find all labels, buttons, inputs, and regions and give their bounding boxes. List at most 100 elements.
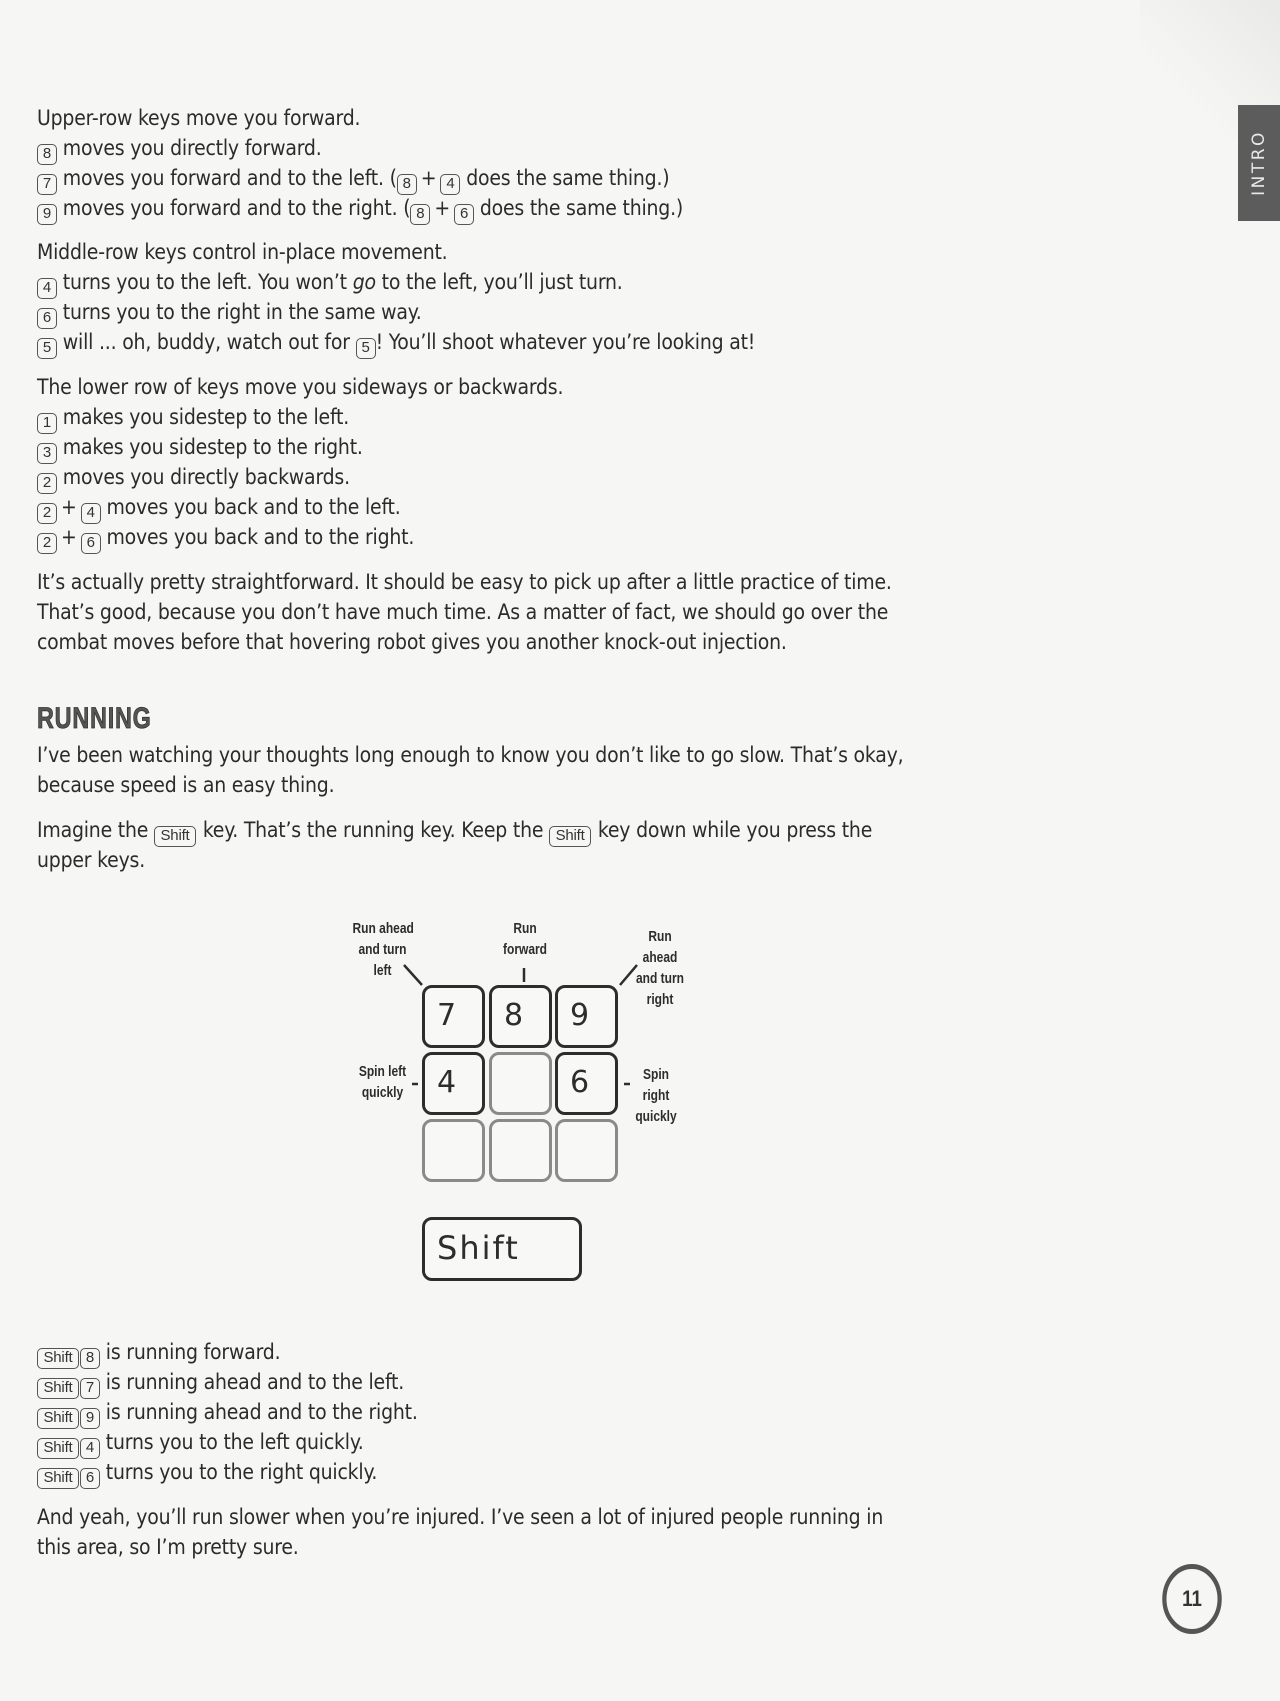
- upper-row-line: 7 moves you forward and to the left. (8 +…: [37, 163, 1017, 195]
- paragraph-line: I’ve been watching your thoughts long en…: [37, 743, 904, 767]
- key-2-icon: 2: [37, 503, 57, 524]
- label-spin-right: Spin right quickly: [632, 1064, 680, 1127]
- paragraph-line: Imagine the Shift key. That’s the runnin…: [37, 815, 1017, 847]
- emphasis-text: go: [352, 270, 376, 294]
- upper-row-intro: Upper-row keys move you forward.: [37, 106, 361, 130]
- line-text: makes you sidestep to the right.: [57, 435, 363, 459]
- line-text: Imagine the: [37, 818, 155, 842]
- diagram-key-9: 9: [555, 985, 618, 1048]
- paragraph-line: And yeah, you’ll run slower when you’re …: [37, 1505, 884, 1529]
- line-text: to the left, you’ll just turn.: [375, 270, 623, 294]
- line-text: moves you forward and to the left. (: [57, 166, 397, 190]
- key-7-icon: 7: [80, 1378, 100, 1399]
- key-3-icon: 3: [37, 443, 57, 464]
- lower-row-line: 1 makes you sidestep to the left.: [37, 402, 1017, 434]
- line-text: does the same thing.): [460, 166, 670, 190]
- lower-row-line: 2 +4 moves you back and to the left.: [37, 492, 1017, 524]
- key-9-icon: 9: [37, 204, 57, 225]
- key-6-icon: 6: [80, 533, 101, 554]
- label-run-ahead-left: Run ahead and turn left: [352, 918, 414, 981]
- lower-row-intro: The lower row of keys move you sideways …: [37, 375, 564, 399]
- middle-row-line: 6 turns you to the right in the same way…: [37, 297, 1017, 329]
- diagram-key-6: 6: [555, 1052, 618, 1115]
- running-shift-paragraph: Imagine the Shift key. That’s the runnin…: [37, 815, 1017, 875]
- paragraph-line: combat moves before that hovering robot …: [37, 630, 787, 654]
- key-4-icon: 4: [80, 1438, 100, 1459]
- label-line: right: [646, 991, 674, 1008]
- line-text: moves you back and to the left.: [100, 495, 401, 519]
- lower-row-line: 3 makes you sidestep to the right.: [37, 432, 1017, 464]
- line-text: is running ahead and to the left.: [100, 1370, 405, 1394]
- label-line: Run: [648, 928, 672, 945]
- label-spin-left: Spin left quickly: [357, 1061, 409, 1103]
- key-5-icon: 5: [37, 338, 57, 359]
- plus-sign: +: [61, 525, 77, 549]
- line-text: moves you back and to the right.: [100, 525, 415, 549]
- paragraph-line: this area, so I’m pretty sure.: [37, 1535, 299, 1559]
- line-text: ! You’ll shoot whatever you’re looking a…: [375, 330, 756, 354]
- summary-paragraph: It’s actually pretty straightforward. It…: [37, 567, 1017, 657]
- label-line: Run: [513, 920, 537, 937]
- connector-line-left: [403, 964, 423, 986]
- paragraph-line: That’s good, because you don’t have much…: [37, 600, 889, 624]
- label-line: Run ahead: [352, 920, 414, 937]
- key-6-icon: 6: [454, 204, 475, 225]
- connector-line-right: [619, 964, 638, 986]
- label-run-forward: Run forward: [497, 918, 553, 960]
- key-2-icon: 2: [37, 533, 57, 554]
- line-text: will ... oh, buddy, watch out for: [57, 330, 356, 354]
- line-text: turns you to the left quickly.: [100, 1430, 364, 1454]
- diagram-key-7: 7: [422, 985, 485, 1048]
- key-8-icon: 8: [37, 144, 57, 165]
- middle-row-section: Middle-row keys control in-place movemen…: [37, 237, 1017, 359]
- line-text: does the same thing.): [474, 196, 684, 220]
- running-intro-paragraph: I’ve been watching your thoughts long en…: [37, 740, 1017, 800]
- diagram-shift-key: Shift: [422, 1217, 582, 1281]
- shift-combo-line: Shift 6 turns you to the right quickly.: [37, 1457, 1017, 1489]
- lower-row-line: 2 moves you directly backwards.: [37, 462, 1017, 494]
- shift-combo-line: Shift 8 is running forward.: [37, 1337, 1017, 1369]
- shift-combos-list: Shift 8 is running forward. Shift 7 is run…: [37, 1337, 1017, 1489]
- line-text: key. That’s the running key. Keep the: [197, 818, 550, 842]
- section-heading-running: RUNNING: [37, 702, 152, 736]
- shift-key-icon: Shift: [549, 826, 592, 847]
- shift-key-icon: Shift: [37, 1378, 79, 1399]
- paragraph-line: It’s actually pretty straightforward. It…: [37, 570, 892, 594]
- label-line: quickly: [635, 1108, 677, 1125]
- plus-sign: +: [61, 495, 77, 519]
- middle-row-intro: Middle-row keys control in-place movemen…: [37, 240, 448, 264]
- line-text: moves you forward and to the right. (: [57, 196, 411, 220]
- middle-row-line: 4 turns you to the left. You won’t go to…: [37, 267, 1017, 299]
- label-line: Spin: [643, 1066, 669, 1083]
- shift-combo-line: Shift 7 is running ahead and to the left.: [37, 1367, 1017, 1399]
- key-8-icon: 8: [80, 1348, 100, 1369]
- diagram-key-2-blank: [489, 1119, 552, 1182]
- shift-key-icon: Shift: [37, 1408, 79, 1429]
- middle-row-line: 5 will ... oh, buddy, watch out for 5! Y…: [37, 327, 1017, 359]
- label-line: right: [642, 1087, 670, 1104]
- upper-row-section: Upper-row keys move you forward. 8 moves…: [37, 103, 1017, 225]
- line-text: is running ahead and to the right.: [100, 1400, 418, 1424]
- closing-paragraph: And yeah, you’ll run slower when you’re …: [37, 1502, 1017, 1562]
- key-6-icon: 6: [80, 1468, 100, 1489]
- shift-combo-line: Shift 4 turns you to the left quickly.: [37, 1427, 1017, 1459]
- section-tab-intro: INTRO: [1238, 105, 1280, 221]
- paragraph-line: upper keys.: [37, 848, 145, 872]
- lower-row-line: 2 +6 moves you back and to the right.: [37, 522, 1017, 554]
- key-5-icon: 5: [355, 338, 376, 359]
- key-1-icon: 1: [37, 413, 57, 434]
- line-text: makes you sidestep to the left.: [57, 405, 350, 429]
- label-line: quickly: [361, 1084, 404, 1101]
- line-text: turns you to the right in the same way.: [57, 300, 422, 324]
- key-2-icon: 2: [37, 473, 57, 494]
- diagram-key-5-blank: [489, 1052, 552, 1115]
- diagram-key-4: 4: [422, 1052, 485, 1115]
- shift-key-icon: Shift: [154, 826, 197, 847]
- line-text: turns you to the right quickly.: [100, 1460, 378, 1484]
- plus-sign: +: [420, 166, 437, 190]
- diagram-key-8: 8: [489, 985, 552, 1048]
- key-4-icon: 4: [80, 503, 101, 524]
- line-text: key down while you press the: [592, 818, 873, 842]
- label-run-ahead-right: Run ahead and turn right: [632, 926, 688, 1010]
- label-line: ahead: [642, 949, 678, 966]
